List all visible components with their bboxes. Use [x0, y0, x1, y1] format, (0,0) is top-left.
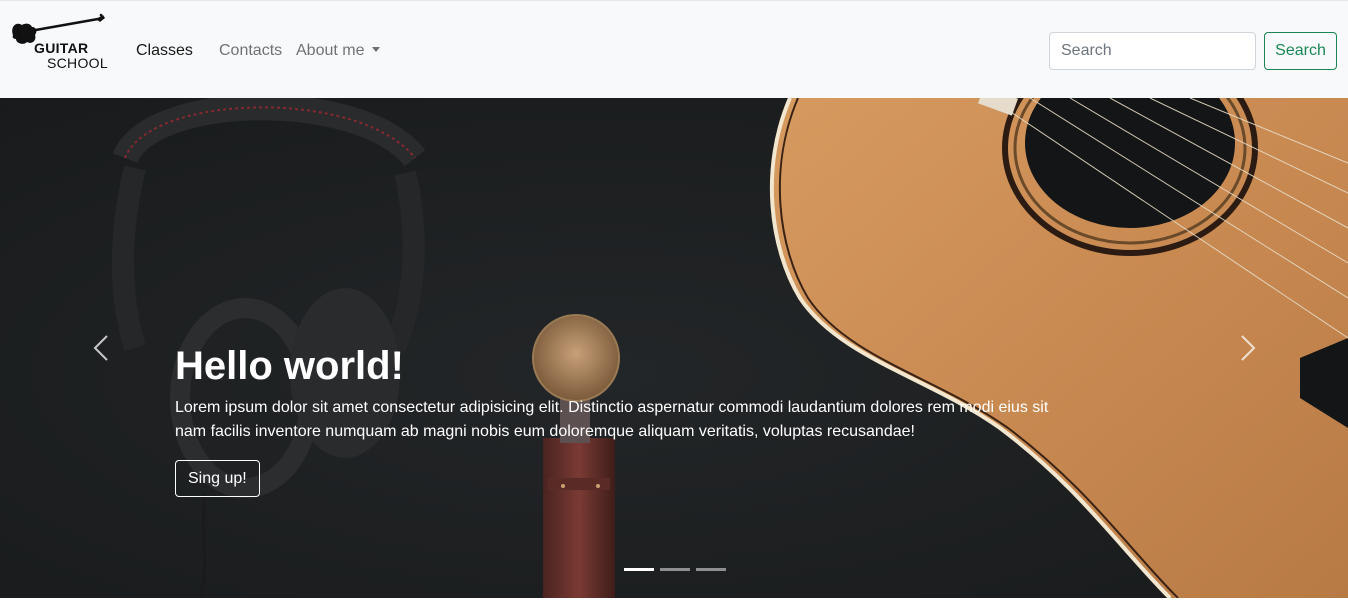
caption-title: Hello world! [175, 344, 404, 388]
hero-carousel: Hello world! Lorem ipsum dolor sit amet … [0, 98, 1348, 598]
search-button[interactable]: Search [1264, 32, 1337, 70]
chevron-right-icon [1241, 335, 1256, 361]
brand-name-line1: GUITAR [34, 40, 89, 56]
search-input[interactable] [1049, 32, 1256, 70]
carousel-next-button[interactable] [1148, 98, 1348, 598]
carousel-caption: Hello world! Lorem ipsum dolor sit amet … [175, 342, 1075, 444]
caption-text: Lorem ipsum dolor sit amet consectetur a… [175, 399, 1049, 440]
nav-link-about-me-label: About me [296, 42, 365, 59]
navbar: GUITAR SCHOOL Classes Contacts About me … [0, 0, 1348, 98]
chevron-left-icon [93, 335, 108, 361]
caret-down-icon [372, 47, 381, 52]
nav-link-classes[interactable]: Classes [136, 41, 193, 61]
carousel-indicator-2[interactable] [660, 568, 690, 571]
signup-button[interactable]: Sing up! [175, 460, 260, 497]
nav-link-contacts[interactable]: Contacts [219, 41, 282, 61]
carousel-indicator-3[interactable] [696, 568, 726, 571]
brand-logo[interactable]: GUITAR SCHOOL [10, 13, 118, 73]
carousel-prev-button[interactable] [0, 98, 200, 598]
carousel-indicator-1[interactable] [624, 568, 654, 571]
brand-name-line2: SCHOOL [47, 55, 108, 71]
nav-dropdown-about-me[interactable]: About me [296, 41, 381, 61]
